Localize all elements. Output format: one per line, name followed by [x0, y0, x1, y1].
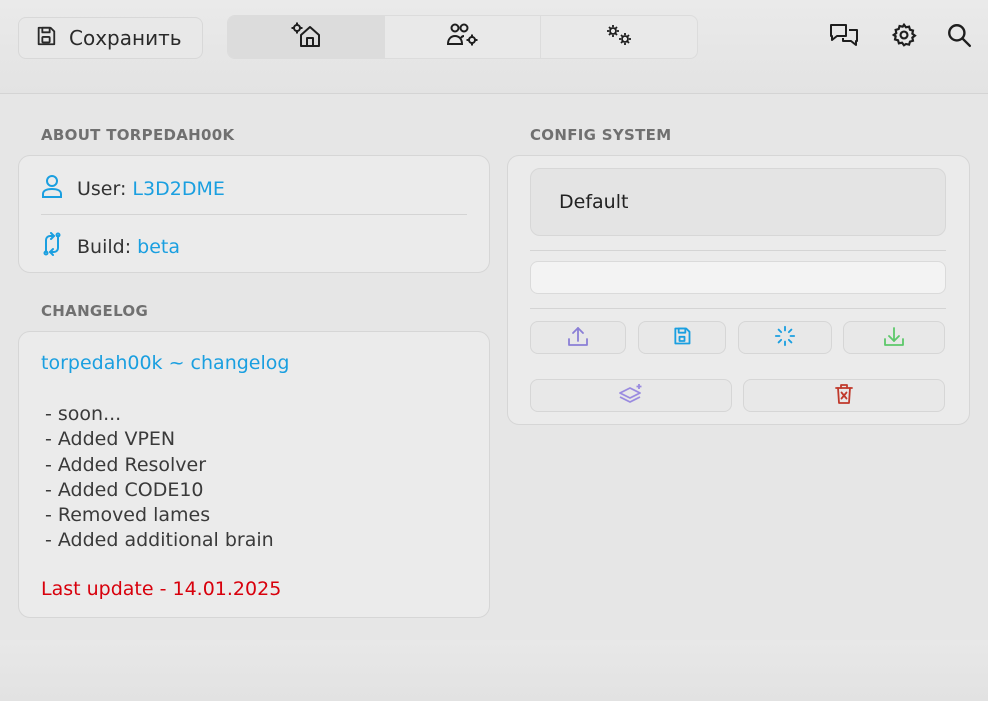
last-update-text: Last update - 14.01.2025 [41, 578, 282, 600]
about-section-title: ABOUT TORPEDAH00K [41, 126, 235, 144]
tab-users-settings[interactable] [385, 16, 542, 58]
loading-icon [774, 325, 796, 351]
config-card: Default [507, 155, 970, 425]
import-config-button[interactable] [843, 321, 945, 354]
config-item-label: Default [559, 191, 629, 213]
list-item: - Added additional brain [45, 529, 274, 552]
search-icon [946, 22, 972, 52]
main-tabs [227, 15, 698, 59]
export-config-button[interactable] [530, 321, 626, 354]
changelog-title: torpedah00k ~ changelog [41, 352, 290, 374]
delete-icon [834, 383, 854, 409]
save-button-label: Сохранить [69, 26, 182, 50]
users-settings-icon [446, 22, 479, 52]
save-icon [672, 326, 692, 350]
tab-home-settings[interactable] [228, 16, 385, 58]
list-item: - Added CODE10 [45, 478, 204, 501]
download-icon [882, 325, 906, 351]
changelog-list: - soon... - Added VPEN - Added Resolver … [45, 402, 274, 554]
list-item: - Added VPEN [45, 428, 176, 451]
list-item: - soon... [45, 403, 122, 425]
search-button[interactable] [944, 22, 974, 52]
save-button[interactable]: Сохранить [18, 17, 203, 59]
load-config-button[interactable] [738, 321, 832, 354]
config-list-item-default[interactable]: Default [530, 168, 946, 236]
bottom-strip [0, 640, 988, 701]
list-item: - Removed lames [45, 504, 211, 527]
floppy-disk-icon [35, 25, 57, 52]
chat-icon [828, 22, 860, 52]
chat-button[interactable] [829, 22, 859, 52]
about-divider [41, 214, 467, 215]
config-divider-2 [530, 308, 946, 309]
config-section-title: CONFIG SYSTEM [530, 126, 672, 144]
about-card: User: L3D2DME Build: beta [18, 155, 490, 273]
user-row: User: L3D2DME [41, 174, 225, 203]
build-label: Build: [77, 235, 132, 258]
home-settings-icon [291, 22, 321, 52]
sync-arrows-icon [41, 232, 63, 261]
user-value: L3D2DME [132, 177, 225, 200]
build-row: Build: beta [41, 232, 180, 261]
changelog-section-title: CHANGELOG [41, 302, 149, 320]
upload-icon [566, 325, 590, 351]
build-value: beta [137, 235, 180, 258]
top-toolbar: Сохранить [0, 0, 988, 94]
config-divider-1 [530, 250, 946, 251]
layers-icon [618, 383, 644, 409]
list-item: - Added Resolver [45, 453, 207, 476]
gear-icon [891, 22, 917, 52]
changelog-card: torpedah00k ~ changelog - soon... - Adde… [18, 331, 490, 618]
tab-gears[interactable] [541, 16, 697, 58]
user-icon [41, 174, 63, 203]
save-config-button[interactable] [638, 321, 726, 354]
config-name-input[interactable] [530, 261, 946, 294]
gears-icon [604, 23, 634, 51]
create-config-button[interactable] [530, 379, 732, 412]
delete-config-button[interactable] [743, 379, 945, 412]
user-label: User: [77, 177, 127, 200]
settings-button[interactable] [889, 22, 919, 52]
